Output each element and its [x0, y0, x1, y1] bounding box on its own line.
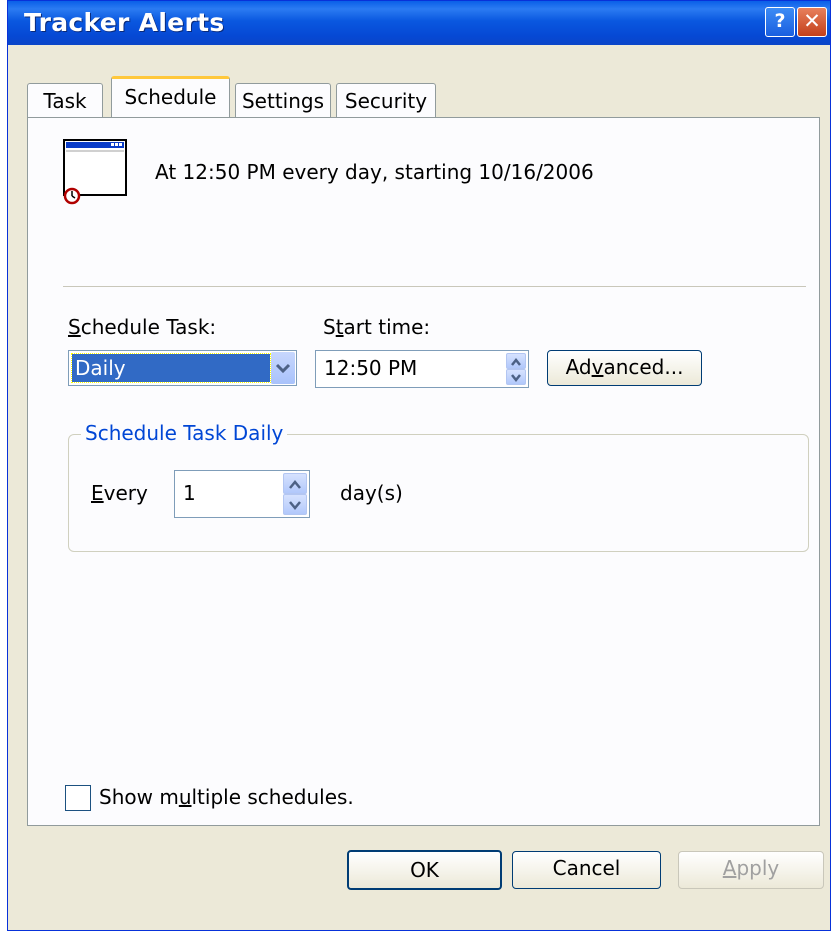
days-unit-label: day(s): [340, 481, 403, 505]
every-label: Every: [91, 481, 148, 505]
separator: [63, 286, 806, 287]
show-multiple-label[interactable]: Show multiple schedules.: [99, 785, 354, 809]
every-days-value: 1: [183, 481, 196, 505]
schedule-task-value: Daily: [71, 353, 271, 383]
schedule-task-daily-group: Schedule Task Daily Every 1 day(s): [68, 421, 809, 552]
start-time-value: 12:50 PM: [324, 356, 418, 380]
chevron-down-icon[interactable]: [271, 352, 295, 384]
apply-button[interactable]: Apply: [678, 851, 824, 889]
schedule-task-dropdown[interactable]: Daily: [68, 350, 297, 386]
spin-down-icon[interactable]: [283, 494, 307, 515]
scheduled-task-icon: [63, 139, 127, 205]
window-title: Tracker Alerts: [24, 8, 225, 37]
advanced-button[interactable]: Advanced...: [547, 350, 702, 386]
close-button[interactable]: ✕: [797, 7, 827, 37]
tab-security[interactable]: Security: [336, 83, 436, 117]
spin-up-icon[interactable]: [283, 473, 307, 494]
start-time-label: Start time:: [323, 315, 431, 339]
schedule-panel: At 12:50 PM every day, starting 10/16/20…: [27, 117, 820, 826]
spin-down-icon[interactable]: [506, 369, 526, 385]
ok-button[interactable]: OK: [347, 850, 502, 890]
tab-settings[interactable]: Settings: [235, 83, 331, 117]
show-multiple-checkbox[interactable]: [65, 785, 91, 811]
title-bar[interactable]: Tracker Alerts ? ✕: [8, 1, 830, 45]
tab-task[interactable]: Task: [27, 83, 103, 117]
tab-schedule[interactable]: Schedule: [111, 76, 230, 117]
schedule-summary: At 12:50 PM every day, starting 10/16/20…: [155, 160, 594, 184]
spin-up-icon[interactable]: [506, 353, 526, 369]
dialog-window: Tracker Alerts ? ✕ Task Schedule Setting…: [7, 0, 831, 931]
schedule-task-label: Schedule Task:: [68, 315, 217, 339]
every-days-spinner[interactable]: 1: [174, 470, 310, 518]
help-button[interactable]: ?: [765, 7, 795, 37]
group-title: Schedule Task Daily: [81, 421, 288, 445]
cancel-button[interactable]: Cancel: [512, 851, 661, 889]
start-time-spinner[interactable]: 12:50 PM: [315, 350, 529, 388]
